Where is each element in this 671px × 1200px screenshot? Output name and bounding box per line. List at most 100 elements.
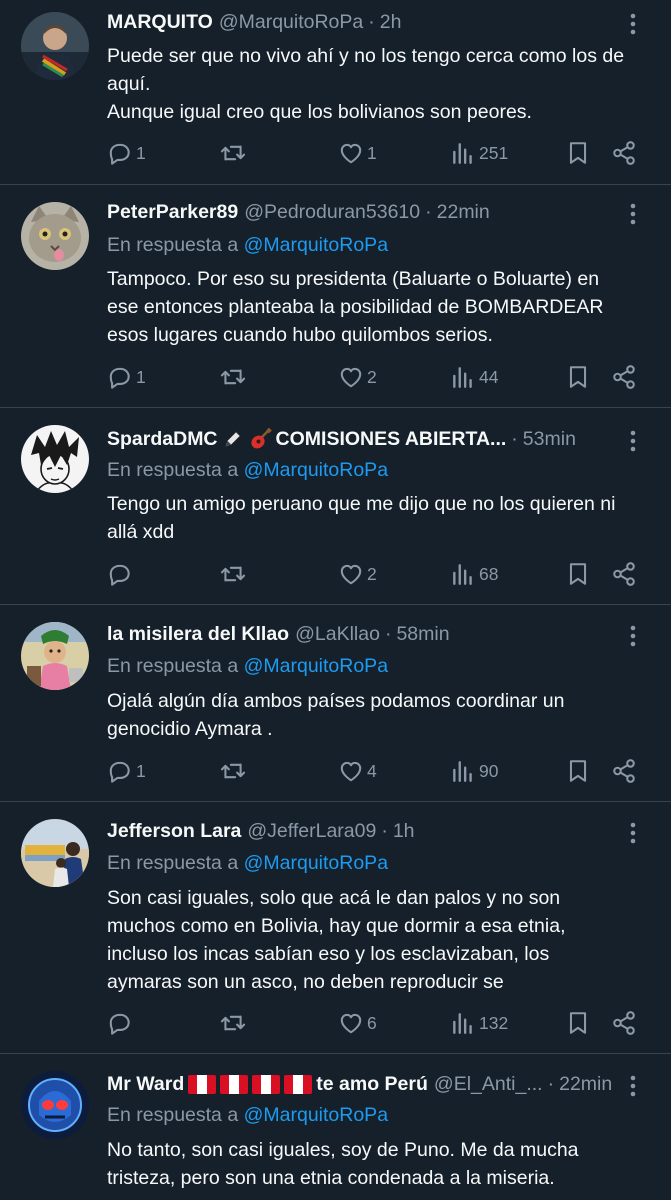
reply-mention-link[interactable]: @MarquitoRoPa — [244, 459, 388, 481]
bookmark-button[interactable] — [565, 361, 591, 393]
reply-prefix: En respuesta a — [107, 852, 239, 874]
display-name-suffix[interactable]: te amo Perú — [316, 1070, 428, 1098]
like-button[interactable]: 1 — [338, 137, 377, 169]
retweet-button[interactable] — [220, 137, 249, 169]
bookmark-button[interactable] — [565, 1007, 591, 1039]
tweet-header: MARQUITO @MarquitoRoPa · 2h — [107, 8, 611, 36]
display-name[interactable]: MARQUITO — [107, 8, 213, 36]
timestamp[interactable]: 1h — [393, 817, 415, 845]
bookmark-icon — [569, 1012, 587, 1034]
views-button[interactable]: 90 — [450, 755, 498, 787]
views-button[interactable]: 44 — [450, 361, 498, 393]
more-options-icon[interactable] — [619, 819, 647, 847]
bookmark-button[interactable] — [565, 137, 591, 169]
more-options-icon[interactable] — [619, 10, 647, 38]
tweet[interactable]: MARQUITO @MarquitoRoPa · 2h Puede ser qu… — [0, 0, 671, 185]
reply-mention-link[interactable]: @MarquitoRoPa — [244, 655, 388, 677]
display-name[interactable]: Jefferson Lara — [107, 817, 241, 845]
reply-button[interactable] — [107, 558, 136, 590]
avatar[interactable] — [21, 819, 89, 887]
tweet-text: Tengo un amigo peruano que me dijo que n… — [107, 490, 651, 546]
display-name[interactable]: PeterParker89 — [107, 198, 238, 226]
views-button[interactable]: 68 — [450, 558, 498, 590]
tweet[interactable]: la misilera del Kllao @LaKllao · 58min E… — [0, 605, 671, 802]
like-button[interactable]: 4 — [338, 755, 377, 787]
like-button[interactable]: 6 — [338, 1007, 377, 1039]
timestamp[interactable]: 22min — [437, 198, 490, 226]
more-options-icon[interactable] — [619, 622, 647, 650]
avatar[interactable] — [21, 425, 89, 493]
reply-count: 1 — [136, 760, 146, 781]
like-button[interactable]: 2 — [338, 558, 377, 590]
tweet-text: Ojalá algún día ambos países podamos coo… — [107, 687, 651, 743]
heart-icon — [340, 1013, 362, 1034]
bookmark-button[interactable] — [565, 558, 591, 590]
user-handle[interactable]: @Pedroduran53610 — [244, 198, 420, 226]
views-count: 251 — [479, 142, 509, 163]
reply-button[interactable]: 1 — [107, 137, 146, 169]
reply-mention-link[interactable]: @MarquitoRoPa — [244, 1104, 388, 1126]
avatar[interactable] — [21, 622, 89, 690]
display-name[interactable]: SpardaDMC — [107, 425, 218, 453]
tweet[interactable]: PeterParker89 @Pedroduran53610 · 22min E… — [0, 185, 671, 408]
share-button[interactable] — [611, 361, 637, 393]
timestamp[interactable]: 53min — [523, 425, 576, 453]
user-handle[interactable]: @El_Anti_... — [434, 1070, 543, 1098]
more-options-icon[interactable] — [619, 200, 647, 228]
reply-mention-link[interactable]: @MarquitoRoPa — [244, 852, 388, 874]
tweet-text-line: tristeza, pero son una etnia condenada a… — [107, 1167, 555, 1189]
views-button[interactable]: 132 — [450, 1007, 508, 1039]
views-chart-icon — [453, 367, 472, 388]
reply-button[interactable]: 1 — [107, 755, 146, 787]
tweet[interactable]: SpardaDMC COMISIONES ABIERTA... · 53min … — [0, 408, 671, 605]
retweet-icon — [220, 566, 246, 582]
more-options-icon[interactable] — [619, 427, 647, 455]
views-button[interactable]: 251 — [450, 137, 508, 169]
reply-prefix: En respuesta a — [107, 655, 239, 677]
user-handle[interactable]: @JefferLara09 — [247, 817, 376, 845]
retweet-button[interactable] — [220, 361, 249, 393]
user-handle[interactable]: @MarquitoRoPa — [219, 8, 363, 36]
replying-to: En respuesta a @MarquitoRoPa — [107, 231, 388, 259]
share-button[interactable] — [611, 137, 637, 169]
tweet-actions: 6 132 — [107, 1007, 647, 1039]
tweet-text-line: Aunque igual creo que los bolivianos son… — [107, 101, 532, 123]
tweet-text-line: No tanto, son casi iguales, soy de Puno.… — [107, 1139, 579, 1161]
tweet[interactable]: Jefferson Lara @JefferLara09 · 1h En res… — [0, 802, 671, 1054]
reply-icon — [109, 761, 130, 783]
bookmark-button[interactable] — [565, 755, 591, 787]
user-handle[interactable]: @LaKllao — [295, 620, 380, 648]
timestamp[interactable]: 58min — [396, 620, 449, 648]
retweet-button[interactable] — [220, 558, 249, 590]
share-button[interactable] — [611, 558, 637, 590]
tweet-text-line: Tampoco. Por eso su presidenta (Baluarte… — [107, 268, 600, 290]
like-count: 2 — [367, 366, 377, 387]
share-button[interactable] — [611, 755, 637, 787]
timestamp[interactable]: 2h — [380, 8, 402, 36]
display-name[interactable]: Mr Ward — [107, 1070, 184, 1098]
views-chart-icon — [453, 761, 472, 782]
timestamp[interactable]: 22min — [559, 1070, 612, 1098]
more-options-icon[interactable] — [619, 1072, 647, 1100]
retweet-button[interactable] — [220, 755, 249, 787]
retweet-button[interactable] — [220, 1007, 249, 1039]
tweet-header: PeterParker89 @Pedroduran53610 · 22min — [107, 198, 611, 226]
tweet-text-line: Puede ser que no vivo ahí y no los tengo… — [107, 45, 625, 67]
tweet-text-line: Ojalá algún día ambos países podamos coo… — [107, 690, 565, 712]
tweet-text: Tampoco. Por eso su presidenta (Baluarte… — [107, 265, 651, 349]
avatar[interactable] — [21, 12, 89, 80]
reply-mention-link[interactable]: @MarquitoRoPa — [244, 234, 388, 256]
reply-icon — [109, 1013, 130, 1035]
avatar[interactable] — [21, 1071, 89, 1139]
avatar[interactable] — [21, 202, 89, 270]
tweet[interactable]: Mr Ward te amo Perú @El_Anti_... · 22min… — [0, 1054, 671, 1200]
reply-prefix: En respuesta a — [107, 1104, 239, 1126]
share-button[interactable] — [611, 1007, 637, 1039]
display-name-suffix[interactable]: COMISIONES ABIERTA... — [276, 425, 507, 453]
reply-button[interactable]: 1 — [107, 361, 146, 393]
reply-button[interactable] — [107, 1007, 136, 1039]
display-name[interactable]: la misilera del Kllao — [107, 620, 289, 648]
tweet-text-line: aymaras son un asco, no deben reproducir… — [107, 971, 504, 993]
like-button[interactable]: 2 — [338, 361, 377, 393]
views-chart-icon — [453, 564, 472, 585]
